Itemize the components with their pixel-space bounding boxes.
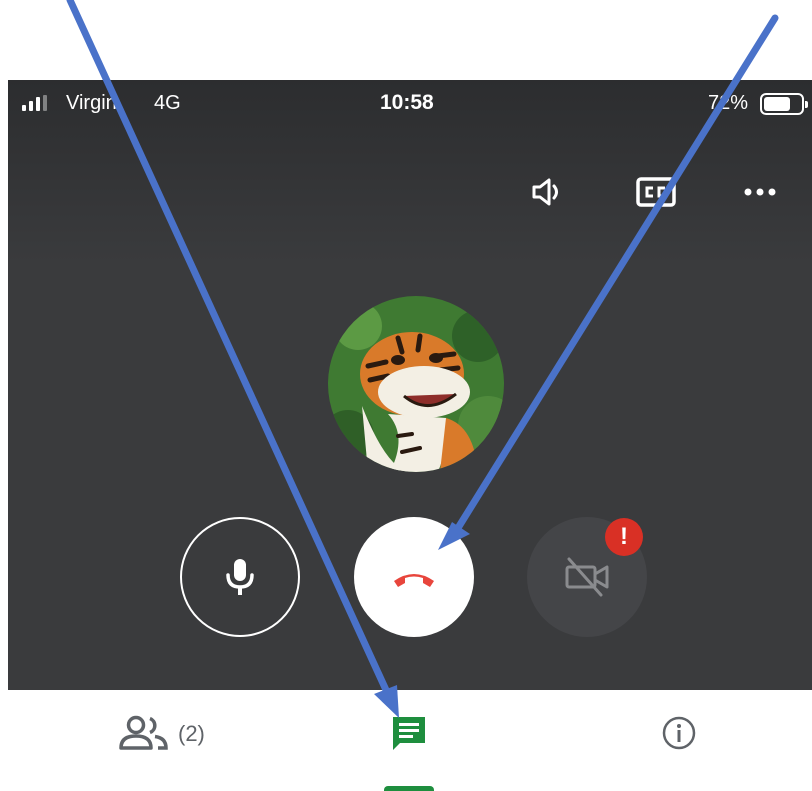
more-options-icon[interactable]: [738, 170, 782, 214]
microphone-icon: [226, 559, 254, 595]
info-icon: [662, 716, 696, 750]
microphone-button[interactable]: [180, 517, 300, 637]
chat-icon: [393, 717, 425, 750]
camera-off-icon: [565, 557, 609, 597]
network-type: 4G: [154, 92, 181, 114]
battery-percentage: 72%: [708, 92, 749, 114]
captions-icon[interactable]: [634, 170, 678, 214]
bottom-tab-bar: (2): [0, 690, 812, 791]
tab-info[interactable]: [660, 714, 698, 752]
hang-up-icon: [394, 574, 434, 587]
carrier-name: Virgin: [66, 92, 117, 114]
active-tab-indicator: [384, 786, 434, 791]
participant-avatar: [328, 296, 504, 472]
status-time: 10:58: [380, 91, 434, 114]
tab-chat[interactable]: [390, 714, 428, 754]
signal-strength-icon: [22, 95, 47, 111]
speaker-icon[interactable]: [526, 170, 570, 214]
hang-up-button[interactable]: [354, 517, 474, 637]
meeting-screen: Virgin 4G 10:58 72% ! (2): [0, 0, 812, 791]
tab-people[interactable]: (2): [116, 714, 205, 754]
status-bar: Virgin 4G 10:58 72%: [8, 80, 812, 128]
battery-icon: [760, 93, 808, 115]
people-icon: [119, 715, 168, 750]
call-area: Virgin 4G 10:58 72%: [8, 80, 812, 690]
participant-count: (2): [178, 721, 205, 746]
camera-alert-badge: !: [605, 518, 643, 556]
